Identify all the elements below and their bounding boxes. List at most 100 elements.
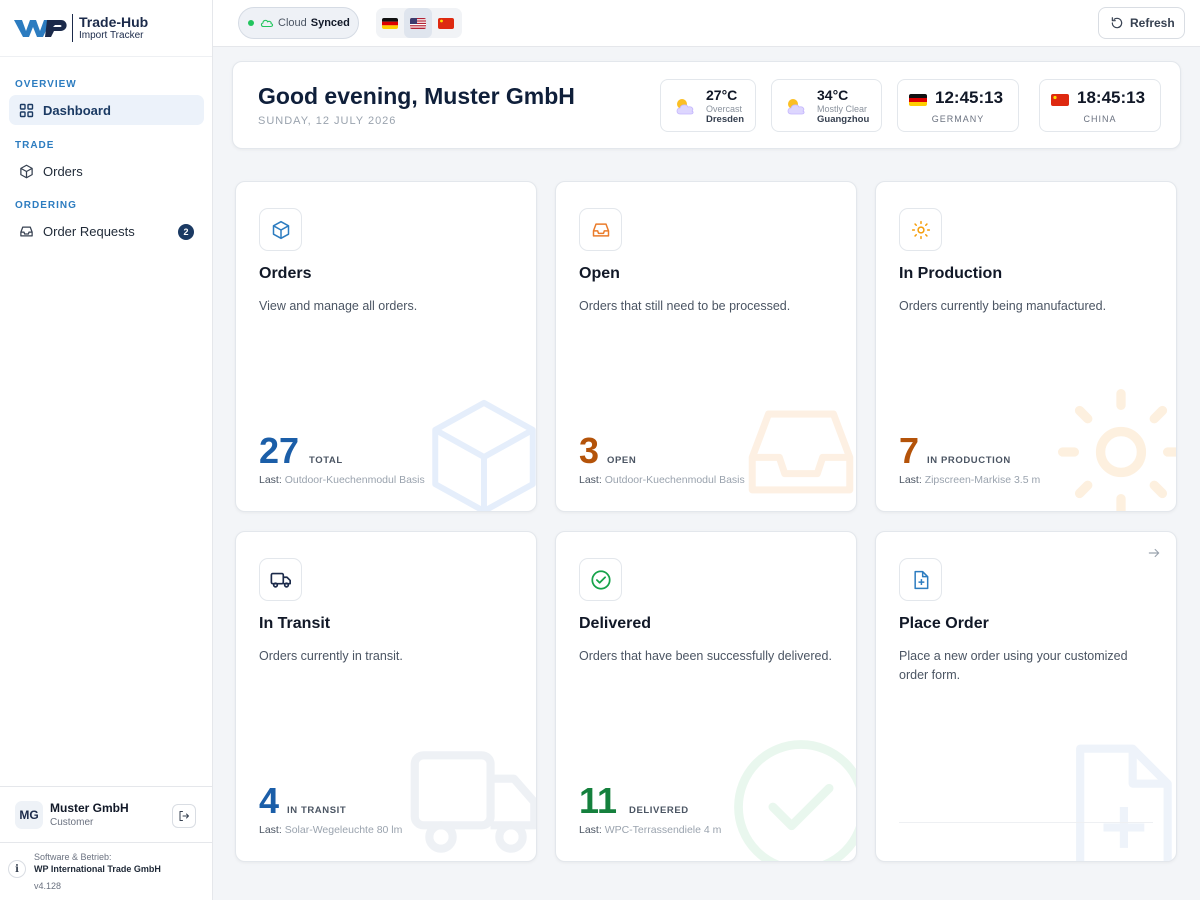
greeting-date: SUNDAY, 12 JULY 2026 bbox=[258, 115, 397, 127]
card-last-label: Last: bbox=[259, 824, 282, 836]
refresh-label: Refresh bbox=[1130, 16, 1175, 30]
logout-icon bbox=[179, 811, 189, 821]
inbox-watermark-icon bbox=[748, 410, 854, 494]
sun-gear-icon bbox=[911, 220, 930, 239]
weather-condition: Mostly Clear bbox=[817, 104, 868, 114]
cloud-sync-status[interactable]: Cloud Synced bbox=[238, 7, 359, 39]
card-count: 4 bbox=[259, 780, 280, 821]
partly-cloudy-icon bbox=[676, 99, 694, 115]
sidebar-item-label: Order Requests bbox=[43, 223, 135, 239]
file-plus-icon bbox=[913, 570, 928, 589]
card-description: Orders currently being manufactured. bbox=[899, 299, 1107, 313]
sidebar-footer: MG Muster GmbH Customer i Software & Bet… bbox=[0, 786, 212, 900]
card-title: In Transit bbox=[259, 615, 331, 632]
open-orders-card[interactable]: Open Orders that still need to be proces… bbox=[555, 181, 857, 512]
card-divider bbox=[899, 822, 1153, 823]
cloud-label: Cloud bbox=[278, 17, 307, 29]
flag-germany-icon bbox=[382, 17, 398, 29]
card-last-label: Last: bbox=[899, 474, 922, 486]
card-count: 7 bbox=[899, 430, 920, 471]
in-transit-card[interactable]: In Transit Orders currently in transit. … bbox=[235, 531, 537, 862]
nav-section-ordering: ORDERING bbox=[15, 200, 77, 211]
brand-logo-icon bbox=[14, 20, 67, 37]
card-description: Orders that have been successfully deliv… bbox=[579, 649, 832, 663]
sidebar-item-orders[interactable]: Orders bbox=[9, 156, 204, 186]
partly-cloudy-icon bbox=[787, 99, 805, 115]
place-order-card[interactable]: Place Order Place a new order using your… bbox=[875, 531, 1177, 862]
cloud-icon bbox=[260, 19, 274, 28]
card-description: Orders currently in transit. bbox=[259, 649, 403, 663]
card-count: 11 bbox=[579, 780, 618, 821]
card-count: 3 bbox=[579, 430, 600, 471]
credits: i Software & Betrieb: WP International T… bbox=[0, 843, 212, 900]
cloud-status: Synced bbox=[310, 17, 350, 29]
weather-widget-dresden: 27°C Overcast Dresden bbox=[660, 79, 756, 132]
card-description: View and manage all orders. bbox=[259, 299, 418, 313]
card-icon bbox=[579, 558, 622, 601]
sync-status-dot bbox=[248, 20, 254, 26]
avatar: MG bbox=[15, 800, 43, 829]
orders-card[interactable]: Orders View and manage all orders. 27 TO… bbox=[235, 181, 537, 512]
card-title: Orders bbox=[259, 265, 312, 282]
card-last-item: Last: Zipscreen-Markise 3.5 m bbox=[899, 474, 1040, 486]
in-production-card[interactable]: In Production Orders currently being man… bbox=[875, 181, 1177, 512]
logout-button[interactable] bbox=[172, 804, 196, 828]
clock-widget-china: 18:45:13 CHINA bbox=[1039, 79, 1161, 132]
delivered-card[interactable]: Delivered Orders that have been successf… bbox=[555, 531, 857, 862]
topbar: Cloud Synced Refresh bbox=[213, 0, 1200, 47]
weather-temperature: 34°C bbox=[817, 87, 849, 103]
card-title: Delivered bbox=[579, 615, 652, 632]
weather-city: Guangzhou bbox=[817, 114, 870, 125]
order-requests-badge: 2 bbox=[178, 224, 194, 240]
arrow-right-icon bbox=[1148, 548, 1160, 558]
card-icon bbox=[899, 558, 942, 601]
inbox-icon bbox=[592, 222, 609, 237]
language-switcher bbox=[376, 8, 462, 38]
card-last-value: Solar-Wegeleuchte 80 lm bbox=[284, 824, 403, 836]
truck-icon bbox=[270, 572, 291, 588]
sidebar-item-order-requests[interactable]: Order Requests 2 bbox=[9, 216, 204, 246]
inbox-icon bbox=[19, 224, 34, 239]
flag-china-icon bbox=[438, 17, 454, 29]
sidebar-item-label: Dashboard bbox=[43, 102, 111, 118]
card-last-label: Last: bbox=[579, 474, 602, 486]
clock-widget-germany: 12:45:13 GERMANY bbox=[897, 79, 1019, 132]
weather-temperature: 27°C bbox=[706, 87, 738, 103]
flag-usa-icon bbox=[410, 17, 426, 29]
brand-title: Trade-Hub bbox=[79, 13, 149, 30]
box-icon bbox=[19, 164, 34, 179]
card-last-value: WPC-Terrassendiele 4 m bbox=[604, 824, 722, 836]
refresh-button[interactable]: Refresh bbox=[1098, 7, 1185, 39]
card-description: Place a new order using your customized … bbox=[899, 649, 1128, 682]
language-button-de[interactable] bbox=[376, 8, 404, 38]
dashboard-grid-icon bbox=[19, 103, 34, 118]
info-icon[interactable]: i bbox=[8, 860, 26, 878]
card-last-item: Last: Outdoor-Kuechenmodul Basis bbox=[579, 474, 745, 486]
brand[interactable]: Trade-Hub Import Tracker bbox=[0, 0, 212, 57]
weather-condition: Overcast bbox=[706, 104, 743, 114]
card-last-label: Last: bbox=[579, 824, 602, 836]
clock-country: CHINA bbox=[1083, 114, 1117, 124]
card-count-label: IN PRODUCTION bbox=[927, 455, 1011, 466]
card-last-item: Last: Solar-Wegeleuchte 80 lm bbox=[259, 824, 402, 836]
flag-china-icon bbox=[1051, 94, 1069, 106]
card-count: 27 bbox=[259, 430, 300, 471]
sidebar: Trade-Hub Import Tracker OVERVIEW Dashbo… bbox=[0, 0, 213, 900]
credits-company: WP International Trade GmbH bbox=[34, 864, 161, 874]
language-button-en[interactable] bbox=[404, 8, 432, 38]
card-count-label: DELIVERED bbox=[629, 805, 689, 816]
user-role: Customer bbox=[50, 817, 94, 828]
sun-gear-watermark-icon bbox=[1058, 389, 1176, 511]
sidebar-item-label: Orders bbox=[43, 163, 83, 179]
file-plus-watermark-icon bbox=[1076, 744, 1172, 861]
card-icon bbox=[259, 208, 302, 251]
sidebar-item-dashboard[interactable]: Dashboard bbox=[9, 95, 204, 125]
nav-section-trade: TRADE bbox=[15, 140, 55, 151]
card-last-label: Last: bbox=[259, 474, 282, 486]
language-button-zh[interactable] bbox=[432, 8, 460, 38]
card-title: Open bbox=[579, 265, 620, 282]
box-icon bbox=[272, 220, 289, 239]
greeting-card: Good evening, Muster GmbH SUNDAY, 12 JUL… bbox=[232, 61, 1181, 149]
card-last-value: Outdoor-Kuechenmodul Basis bbox=[604, 474, 745, 486]
card-icon bbox=[259, 558, 302, 601]
